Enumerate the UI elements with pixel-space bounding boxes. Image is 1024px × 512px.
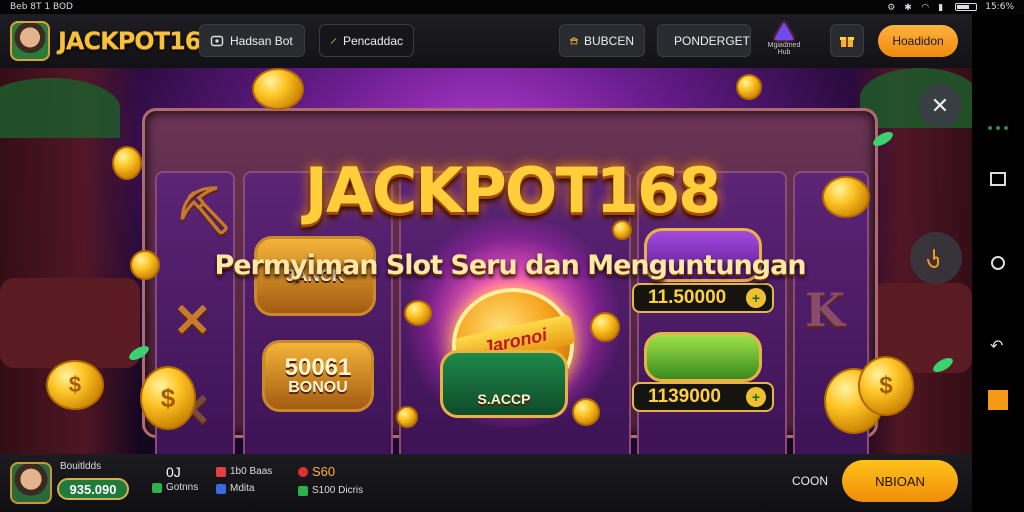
- coin-icon: [112, 146, 142, 180]
- games-icon: [152, 482, 162, 493]
- coin-symbol: $: [160, 382, 176, 413]
- stat-games[interactable]: 0J Gotnns: [152, 464, 198, 493]
- app-header: JACKPOT168 Hadsan Bot Pencaddac BUBCEN P…: [0, 14, 972, 68]
- bot-button[interactable]: Hadsan Bot: [199, 24, 305, 57]
- coin-symbol: $: [68, 372, 82, 397]
- system-nav-bar: ↶: [972, 14, 1024, 512]
- chest-lime[interactable]: [644, 332, 762, 382]
- gift-button[interactable]: [830, 24, 864, 57]
- stat-media[interactable]: 1b0 Baas Mdita: [216, 466, 272, 494]
- home-icon[interactable]: [991, 256, 1005, 270]
- coin-icon: $: [140, 366, 196, 430]
- game-stage: ⛏ ✕ ✕ K JANCK 50061 BONOU Jaronoi S.ACCP…: [0, 68, 972, 454]
- back-icon[interactable]: ↶: [990, 336, 1010, 356]
- status-icons: ⚙ ✱ ◠ ▮ 15:6%: [887, 2, 1014, 13]
- coin-icon: [130, 250, 160, 280]
- media-sub-icon: [216, 483, 226, 494]
- hand-tap-icon: [927, 249, 939, 268]
- bank-button-label: BUBCEN: [583, 33, 634, 48]
- battery-text: 15:6%: [985, 2, 1014, 12]
- coin-icon: [396, 406, 418, 428]
- nav-dots-icon: [988, 126, 1008, 132]
- status-bar: Beb 8T 1 BOD ⚙ ✱ ◠ ▮ 15:6%: [0, 0, 1024, 14]
- chest-bonus[interactable]: 50061 BONOU: [262, 340, 374, 412]
- media-icon: [216, 466, 226, 477]
- stat-media-sub: Mdita: [230, 483, 255, 494]
- bank-button[interactable]: BUBCEN: [559, 24, 645, 57]
- coin-icon: [736, 74, 762, 100]
- status-time: Beb 8T 1 BOD: [10, 2, 73, 12]
- chest-green-label: S.ACCP: [477, 391, 531, 407]
- pencil-icon: [330, 37, 337, 44]
- palm-left-decoration: [0, 78, 120, 138]
- coin-icon: [572, 398, 600, 426]
- pencil-button-label: Pencaddac: [342, 33, 403, 48]
- stat-coins-sub: S100 Dicris: [312, 485, 364, 496]
- coin-icon: $: [46, 360, 104, 410]
- bank-icon: [570, 36, 578, 44]
- stat-media-label: 1b0 Baas: [230, 466, 273, 477]
- wifi-status-icon: ◠: [921, 3, 930, 13]
- coin-icon: [590, 312, 620, 342]
- stat-games-label: Gotnns: [166, 482, 199, 493]
- stat-coins-label: S60: [312, 464, 336, 479]
- stat-coins[interactable]: S60 S100 Dicris: [298, 464, 363, 496]
- bot-icon: [210, 35, 224, 46]
- bottom-bar: Bouitldds 935.090 0J Gotnns 1b0 Baas Mdi…: [0, 454, 972, 512]
- bot-button-label: Hadsan Bot: [230, 33, 293, 48]
- prize-1-plus-icon: +: [746, 288, 766, 308]
- tap-button[interactable]: [910, 232, 962, 284]
- brand-badge[interactable]: Mgiadmed Hub: [766, 22, 802, 62]
- coupon-button-label: PONDERGET: [674, 33, 751, 48]
- sofa-left-decoration: [0, 278, 140, 368]
- primary-header-button[interactable]: Hoadidon: [878, 25, 958, 57]
- reel-symbol-icon: ✕: [173, 293, 212, 347]
- app-logo: JACKPOT168: [58, 27, 217, 55]
- battery-icon: [955, 3, 978, 11]
- coin-symbol: $: [879, 372, 893, 399]
- chest-bonus-label: BONOU: [288, 379, 348, 396]
- chest-green[interactable]: S.ACCP: [440, 350, 568, 418]
- settings-status-icon: ⚙: [887, 3, 896, 13]
- prize-2[interactable]: 1139000 +: [632, 382, 774, 412]
- player-balance[interactable]: 935.090: [57, 478, 129, 500]
- brand-triangle-icon: [774, 22, 794, 40]
- pencil-button[interactable]: Pencaddac: [319, 24, 414, 57]
- stat-games-value: 0J: [166, 464, 181, 480]
- user-avatar[interactable]: [10, 21, 50, 61]
- coin-icon: [404, 300, 432, 326]
- prize-2-value: 1139000: [648, 386, 721, 407]
- bottom-cta-button[interactable]: NBIOAN: [842, 460, 958, 502]
- reel-symbol-icon: K: [805, 283, 845, 337]
- coins-icon: [298, 466, 308, 477]
- close-icon: ✕: [930, 93, 950, 118]
- prize-2-plus-icon: +: [746, 387, 766, 407]
- prize-1-value: 11.50000: [648, 287, 727, 308]
- bluetooth-status-icon: ✱: [904, 3, 912, 13]
- coupon-button[interactable]: PONDERGET: [657, 24, 751, 57]
- player-avatar[interactable]: [10, 462, 52, 504]
- app-shortcut-icon[interactable]: [988, 390, 1008, 410]
- close-button[interactable]: ✕: [918, 84, 962, 128]
- coin-icon: [612, 220, 632, 240]
- signal-status-icon: ▮: [938, 3, 944, 13]
- bottom-link[interactable]: COON: [792, 474, 828, 488]
- brand-caption: Mgiadmed Hub: [767, 42, 801, 56]
- prize-1[interactable]: 11.50000 +: [632, 283, 774, 313]
- coin-icon: [252, 68, 304, 110]
- player-name: Bouitldds: [60, 461, 102, 472]
- coin-icon: $: [858, 356, 914, 416]
- gift-icon: [840, 36, 854, 47]
- coin-icon: [822, 176, 870, 218]
- recents-icon[interactable]: [990, 172, 1006, 186]
- coins-sub-icon: [298, 485, 308, 496]
- chest-bonus-amount: 50061: [284, 354, 352, 381]
